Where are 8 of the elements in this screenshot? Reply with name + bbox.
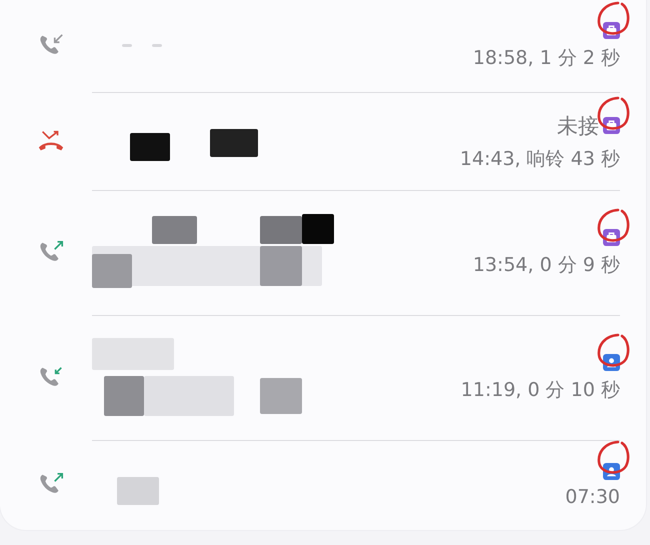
call-time: 13:54, 0 分 9 秒 <box>472 252 620 278</box>
call-time: 11:19, 0 分 10 秒 <box>460 378 620 402</box>
call-status: 未接 <box>557 112 599 140</box>
redaction-drawing <box>122 44 162 46</box>
call-time: 18:58, 1 分 2 秒 <box>472 46 620 70</box>
redaction-drawing <box>117 476 159 504</box>
call-time: 07:30 <box>565 486 620 508</box>
call-time: 14:43, 响铃 43 秒 <box>460 146 620 172</box>
